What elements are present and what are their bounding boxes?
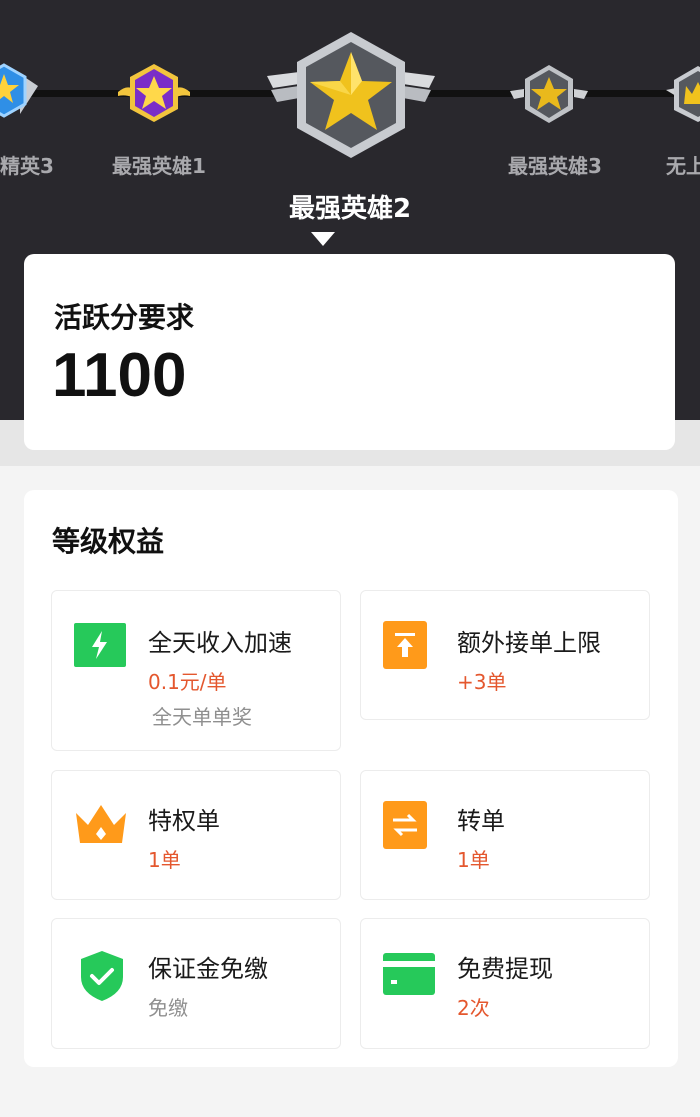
benefit-value: 2次 xyxy=(457,996,490,1020)
gray-star-badge-icon xyxy=(510,65,588,123)
requirement-card: 活跃分要求 1100 xyxy=(24,254,675,450)
crown-icon xyxy=(72,803,130,853)
requirement-value: 1100 xyxy=(52,341,187,410)
benefits-panel: 等级权益 全天收入加速 0.1元/单 全天单单奖 额外接单上限 +3单 特权单 … xyxy=(24,490,678,1067)
benefit-note: 全天单单奖 xyxy=(152,705,252,729)
badge-hero-2-current[interactable] xyxy=(265,30,437,162)
benefit-value: 1单 xyxy=(148,848,181,872)
benefit-tile-deposit-waiver[interactable]: 保证金免缴 免缴 xyxy=(51,918,341,1049)
level-label-supreme: 无上 xyxy=(666,154,700,178)
swap-arrows-icon xyxy=(383,801,427,853)
level-label-hero-1: 最强英雄1 xyxy=(112,154,206,178)
benefit-tile-transfer-order[interactable]: 转单 1单 xyxy=(360,770,650,900)
benefit-name: 免费提现 xyxy=(457,955,553,983)
lightning-icon xyxy=(74,623,126,671)
badge-hero-1[interactable] xyxy=(116,62,192,128)
level-label-elite-3: 精英3 xyxy=(0,154,54,178)
shield-check-icon xyxy=(78,949,126,1007)
badge-hero-3[interactable] xyxy=(508,63,590,127)
level-label-hero-3: 最强英雄3 xyxy=(508,154,602,178)
benefit-tile-free-withdrawal[interactable]: 免费提现 2次 xyxy=(360,918,650,1049)
crown-badge-icon xyxy=(666,66,700,122)
benefit-value: 1单 xyxy=(457,848,490,872)
benefit-name: 转单 xyxy=(457,807,505,835)
benefit-value: 免缴 xyxy=(148,996,188,1020)
benefit-name: 特权单 xyxy=(148,807,220,835)
benefit-name: 保证金免缴 xyxy=(148,955,268,983)
benefit-name: 额外接单上限 xyxy=(457,629,601,657)
benefit-name: 全天收入加速 xyxy=(148,629,292,657)
benefit-value: +3单 xyxy=(457,670,507,694)
card-icon xyxy=(383,953,435,999)
purple-star-badge-icon xyxy=(118,64,190,122)
benefit-tile-privilege-order[interactable]: 特权单 1单 xyxy=(51,770,341,900)
benefit-tile-income-boost[interactable]: 全天收入加速 0.1元/单 全天单单奖 xyxy=(51,590,341,751)
badge-supreme[interactable] xyxy=(664,64,700,124)
current-level-pointer xyxy=(311,232,335,246)
current-level-label: 最强英雄2 xyxy=(288,194,412,224)
upload-arrow-icon xyxy=(383,621,427,673)
silver-star-badge-icon xyxy=(267,32,435,158)
benefits-title: 等级权益 xyxy=(52,525,165,558)
badge-elite-3[interactable] xyxy=(0,62,42,124)
blue-star-badge-icon xyxy=(0,63,38,118)
requirement-title: 活跃分要求 xyxy=(54,301,195,334)
benefit-value: 0.1元/单 xyxy=(148,670,227,694)
benefit-tile-order-limit[interactable]: 额外接单上限 +3单 xyxy=(360,590,650,720)
